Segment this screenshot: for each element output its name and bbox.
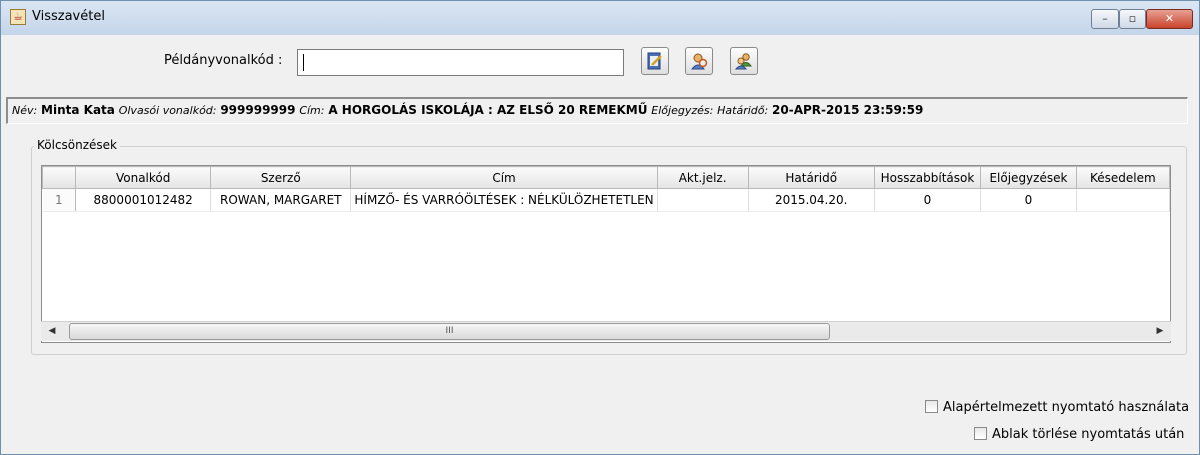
edit-record-button[interactable] [641,47,669,75]
scroll-left-icon[interactable]: ◀ [43,322,61,341]
maximize-button[interactable]: ▫ [1119,9,1146,29]
close-button[interactable]: ✕ [1146,9,1193,29]
clear-after-print-checkbox[interactable] [974,427,987,440]
title-bar[interactable]: ☕ Visszavétel – ▫ ✕ [1,1,1199,35]
return-window: ☕ Visszavétel – ▫ ✕ Példányvonalkód : Né… [0,0,1200,455]
java-app-icon: ☕ [10,9,26,25]
horizontal-scrollbar[interactable]: ◀ III ▶ [41,321,1171,341]
deadline-key: Határidő: [717,104,769,117]
cell-delay [1076,188,1170,212]
barcode-input[interactable] [297,49,624,76]
deadline-value: 20-APR-2015 23:59:59 [772,103,924,117]
window-title: Visszavétel [32,9,105,24]
reader-name: Minta Kata [41,103,115,117]
col-header-deadline[interactable]: Határidő [747,166,875,189]
table-row[interactable]: 1 8800001012482 ROWAN, MARGARET HÍMZŐ- É… [42,188,1170,212]
book-title: A HORGOLÁS ISKOLÁJA : AZ ELSŐ 20 REMEKMŰ [328,103,648,117]
cell-renewals: 0 [874,188,982,212]
title-key: Cím: [299,104,325,117]
people-icon [735,53,752,70]
reservation-key: Előjegyzés: [651,104,714,117]
clear-after-print-option[interactable]: Ablak törlése nyomtatás után [974,427,1184,443]
col-header-title[interactable]: Cím [350,166,658,189]
clear-after-print-label: Ablak törlése nyomtatás után [992,427,1185,442]
minimize-button[interactable]: – [1091,9,1119,29]
reader-barcode-key: Olvasói vonalkód: [118,104,217,117]
cell-reservations: 0 [980,188,1077,212]
default-printer-checkbox[interactable] [925,400,938,413]
name-key: Név: [12,104,38,117]
person-search-icon [690,53,708,70]
reader-info-bar: Név: Minta Kata Olvasói vonalkód: 999999… [6,97,1188,124]
scroll-right-icon[interactable]: ▶ [1151,322,1169,341]
default-printer-label: Alapértelmezett nyomtató használata [943,400,1190,415]
col-header-rownum[interactable] [42,166,77,189]
default-printer-option[interactable]: Alapértelmezett nyomtató használata [925,400,1189,416]
loans-group-title: Kölcsönzések [34,138,121,152]
col-header-author[interactable]: Szerző [210,166,352,189]
reader-group-button[interactable] [730,47,758,75]
cell-deadline: 2015.04.20. [748,188,875,212]
barcode-label: Példányvonalkód : [164,53,283,68]
cell-location [657,188,749,212]
notepad-edit-icon [647,52,662,70]
col-header-renewals[interactable]: Hosszabbítások [873,166,982,189]
reader-barcode: 999999999 [220,103,296,117]
row-number: 1 [42,188,77,212]
cell-barcode: 8800001012482 [75,188,212,212]
col-header-location[interactable]: Akt.jelz. [656,166,749,189]
text-caret [303,54,304,71]
scroll-thumb[interactable]: III [69,323,830,340]
cell-author: ROWAN, MARGARET [210,188,352,212]
col-header-reservations[interactable]: Előjegyzések [980,166,1077,189]
loans-grid: Vonalkód Szerző Cím Akt.jelz. Határidő H… [42,166,1170,212]
table-header-row: Vonalkód Szerző Cím Akt.jelz. Határidő H… [42,166,1170,189]
reader-search-button[interactable] [685,47,713,75]
cell-title: HÍMZŐ- ÉS VARRÓÖLTÉSEK : NÉLKÜLÖZHETETLE… [350,188,658,212]
loans-table[interactable]: Vonalkód Szerző Cím Akt.jelz. Határidő H… [41,165,1171,343]
col-header-barcode[interactable]: Vonalkód [75,166,212,189]
col-header-delay[interactable]: Késedelem [1075,166,1170,189]
